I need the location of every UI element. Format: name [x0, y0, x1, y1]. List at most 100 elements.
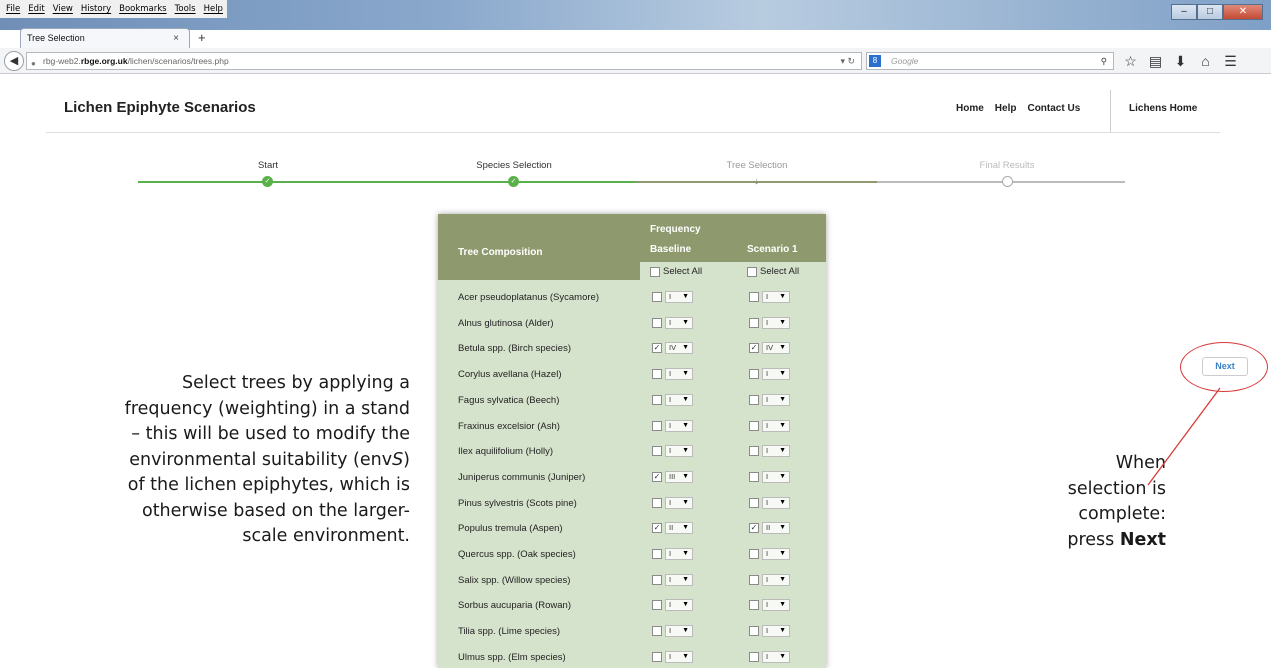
baseline-frequency-select[interactable]: I ▼	[665, 445, 693, 458]
scenario-frequency-select[interactable]: I ▼	[762, 625, 790, 638]
search-icon[interactable]: ⚲	[1101, 53, 1107, 69]
baseline-frequency-select[interactable]: I ▼	[665, 316, 693, 329]
select-all-scenario[interactable]: Select All	[747, 266, 799, 277]
nav-contact-link[interactable]: Contact Us	[1027, 103, 1080, 114]
scenario-frequency-select[interactable]: II ▼	[762, 522, 790, 535]
scenario-checkbox[interactable]	[749, 549, 759, 559]
select-all-baseline-checkbox[interactable]	[650, 266, 660, 277]
scenario-checkbox[interactable]	[749, 497, 759, 508]
frequency-value: I	[669, 626, 672, 636]
baseline-frequency-select[interactable]: I ▼	[665, 496, 693, 509]
scenario-frequency-select[interactable]: I ▼	[762, 316, 790, 329]
scenario-frequency-select[interactable]: I ▼	[762, 650, 790, 663]
url-bar[interactable]: ● rbg-web2.rbge.org.uk/lichen/scenarios/…	[26, 52, 862, 70]
search-bar[interactable]: 8 Google ⚲	[866, 52, 1114, 70]
scenario-frequency-select[interactable]: I ▼	[762, 548, 790, 560]
scenario-frequency-select[interactable]: I ▼	[762, 419, 790, 432]
scenario-checkbox[interactable]	[749, 292, 759, 302]
scenario-checkbox[interactable]	[749, 600, 759, 611]
baseline-frequency-select[interactable]: I ▼	[665, 650, 693, 663]
step-results-circle-icon	[1002, 176, 1013, 187]
baseline-frequency-select[interactable]: I ▼	[665, 393, 693, 406]
menu-view[interactable]: View	[49, 4, 77, 14]
scenario-checkbox[interactable]: ✓	[749, 343, 759, 354]
scenario-checkbox[interactable]	[749, 317, 759, 328]
baseline-frequency-select[interactable]: I ▼	[665, 625, 693, 638]
scenario-checkbox[interactable]	[749, 471, 759, 482]
next-button[interactable]: Next	[1202, 357, 1248, 376]
baseline-checkbox[interactable]	[652, 574, 662, 585]
scenario-frequency-select[interactable]: IV ▼	[762, 342, 790, 355]
search-engine-icon[interactable]: 8	[869, 55, 881, 67]
select-all-baseline[interactable]: Select All	[650, 266, 702, 277]
new-tab-button[interactable]: +	[198, 30, 206, 45]
baseline-frequency-control: I ▼	[652, 573, 693, 586]
download-icon[interactable]: ⬇	[1168, 51, 1193, 71]
scenario-checkbox[interactable]	[749, 420, 759, 431]
chevron-down-icon: ▼	[682, 421, 689, 429]
back-arrow-icon[interactable]: ◀	[4, 51, 24, 71]
home-icon[interactable]: ⌂	[1193, 51, 1218, 71]
baseline-frequency-select[interactable]: I ▼	[665, 599, 693, 612]
scenario-frequency-select[interactable]: I ▼	[762, 393, 790, 406]
baseline-checkbox[interactable]	[652, 549, 662, 559]
menu-icon[interactable]: ☰	[1218, 51, 1243, 71]
scenario-frequency-control: I ▼	[749, 316, 790, 329]
baseline-checkbox[interactable]: ✓	[652, 343, 662, 354]
scenario-checkbox[interactable]	[749, 626, 759, 637]
scenario-checkbox[interactable]	[749, 394, 759, 405]
baseline-checkbox[interactable]	[652, 394, 662, 405]
scenario-checkbox[interactable]	[749, 574, 759, 585]
scenario-frequency-select[interactable]: I ▼	[762, 470, 790, 483]
scenario-frequency-select[interactable]: I ▼	[762, 368, 790, 381]
tab-tree-selection[interactable]: Tree Selection ×	[20, 28, 190, 48]
baseline-frequency-select[interactable]: I ▼	[665, 548, 693, 560]
baseline-checkbox[interactable]: ✓	[652, 471, 662, 482]
star-icon[interactable]: ☆	[1118, 51, 1143, 71]
baseline-frequency-select[interactable]: III ▼	[665, 470, 693, 483]
baseline-checkbox[interactable]	[652, 626, 662, 637]
baseline-checkbox[interactable]	[652, 446, 662, 457]
tree-row-label: Juniperus communis (Juniper)	[458, 471, 586, 483]
scenario-frequency-select[interactable]: I ▼	[762, 573, 790, 586]
menu-help[interactable]: Help	[200, 4, 227, 14]
scenario-checkbox[interactable]	[749, 369, 759, 380]
menu-bookmarks[interactable]: Bookmarks	[115, 4, 171, 14]
scenario-frequency-select[interactable]: I ▼	[762, 599, 790, 612]
menu-file[interactable]: File	[2, 4, 24, 14]
baseline-frequency-select[interactable]: I ▼	[665, 419, 693, 432]
baseline-frequency-select[interactable]: I ▼	[665, 291, 693, 303]
baseline-checkbox[interactable]: ✓	[652, 523, 662, 534]
baseline-checkbox[interactable]	[652, 317, 662, 328]
nav-home-link[interactable]: Home	[956, 103, 984, 114]
reload-icon[interactable]: ▾ ↻	[840, 53, 855, 69]
baseline-frequency-select[interactable]: I ▼	[665, 573, 693, 586]
baseline-frequency-select[interactable]: I ▼	[665, 368, 693, 381]
baseline-checkbox[interactable]	[652, 497, 662, 508]
tab-close-icon[interactable]: ×	[173, 29, 179, 48]
scenario-checkbox[interactable]: ✓	[749, 523, 759, 534]
scenario-frequency-select[interactable]: I ▼	[762, 496, 790, 509]
menu-edit[interactable]: Edit	[24, 4, 48, 14]
select-all-scenario-checkbox[interactable]	[747, 266, 757, 277]
menu-history[interactable]: History	[77, 4, 115, 14]
baseline-checkbox[interactable]	[652, 292, 662, 302]
menu-tools[interactable]: Tools	[171, 4, 200, 14]
scenario-frequency-select[interactable]: I ▼	[762, 291, 790, 303]
scenario-checkbox[interactable]	[749, 651, 759, 662]
baseline-checkbox[interactable]	[652, 651, 662, 662]
nav-help-link[interactable]: Help	[995, 103, 1017, 114]
scenario-frequency-control: I ▼	[749, 419, 790, 432]
scenario-checkbox[interactable]	[749, 446, 759, 457]
tree-row-label: Alnus glutinosa (Alder)	[458, 317, 554, 329]
lichens-home-link[interactable]: Lichens Home	[1129, 103, 1197, 114]
baseline-checkbox[interactable]	[652, 420, 662, 431]
baseline-checkbox[interactable]	[652, 369, 662, 380]
frequency-value: I	[766, 446, 769, 456]
frequency-value: I	[766, 471, 769, 481]
scenario-frequency-select[interactable]: I ▼	[762, 445, 790, 458]
baseline-checkbox[interactable]	[652, 600, 662, 611]
bookmarks-list-icon[interactable]: ▤	[1143, 51, 1168, 71]
baseline-frequency-select[interactable]: II ▼	[665, 522, 693, 535]
baseline-frequency-select[interactable]: IV ▼	[665, 342, 693, 355]
